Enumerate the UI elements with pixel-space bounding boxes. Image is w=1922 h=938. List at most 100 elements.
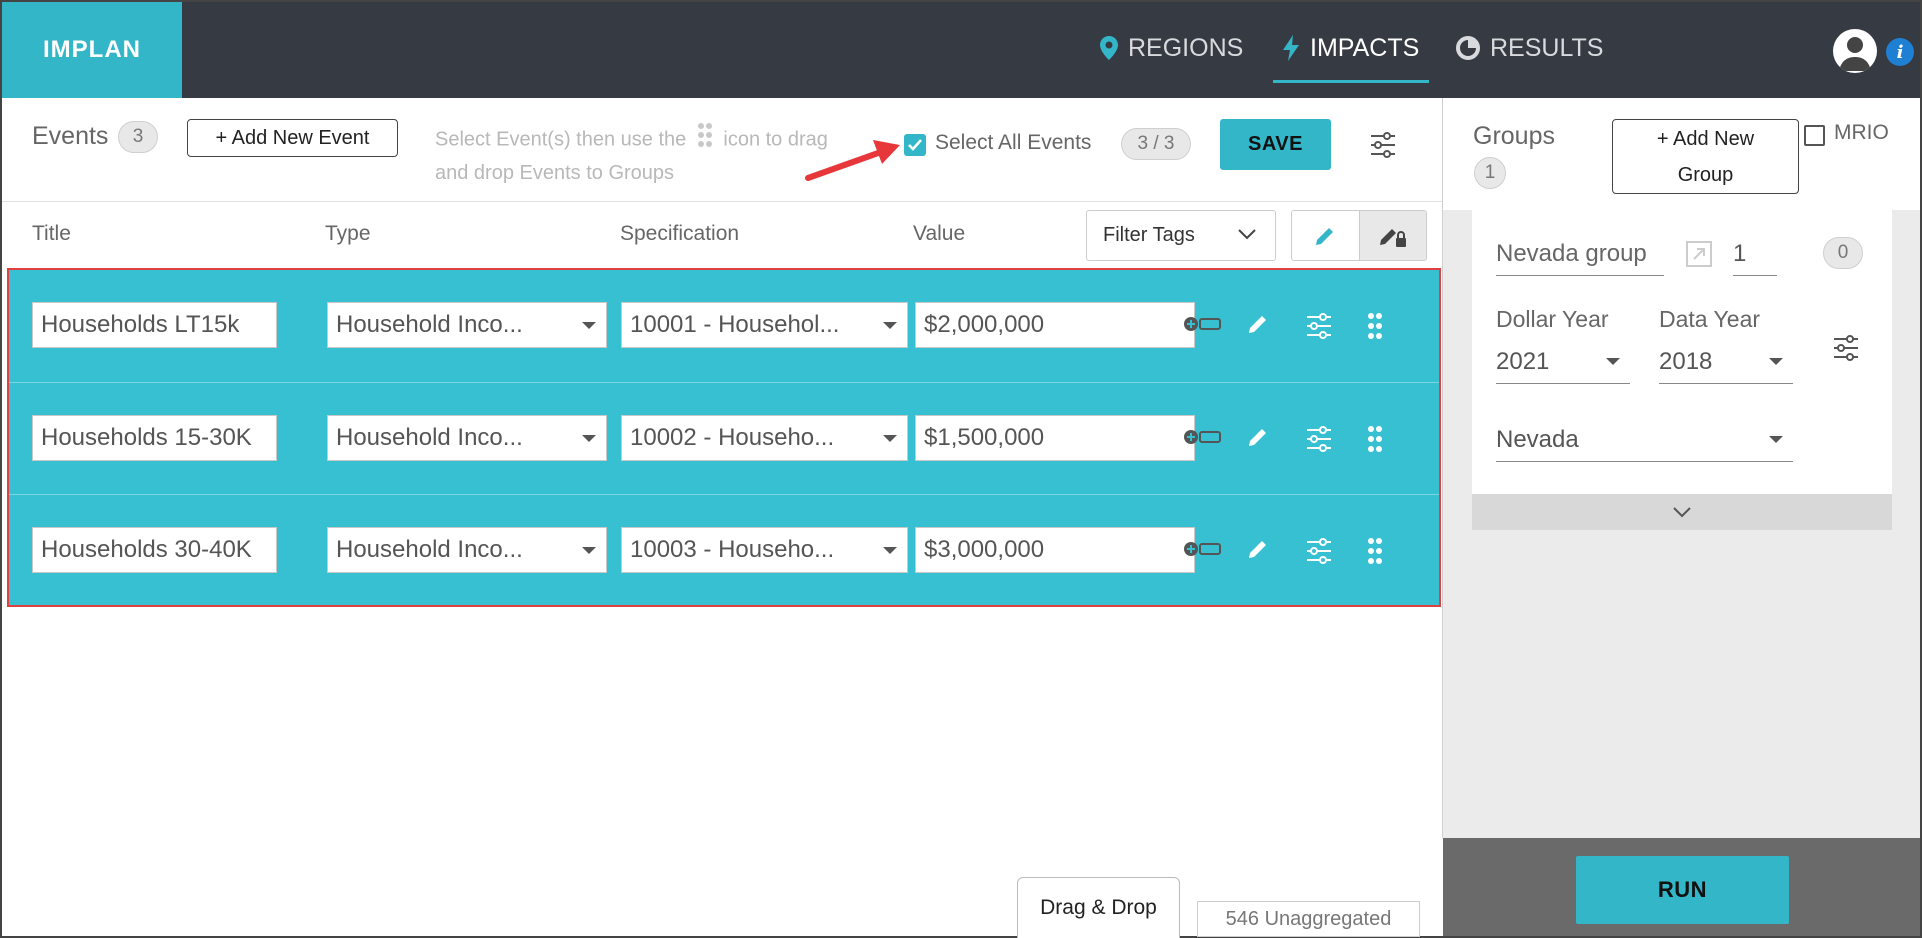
column-header-specification: Specification xyxy=(620,222,740,245)
caret-down-icon xyxy=(582,435,596,442)
checkmark-icon xyxy=(908,139,922,151)
event-title-input[interactable]: Households 30-40K xyxy=(32,527,277,573)
event-title-input[interactable]: Households LT15k xyxy=(32,302,277,348)
mrio-checkbox[interactable] xyxy=(1804,125,1825,146)
locked-edit-mode-button[interactable] xyxy=(1358,211,1426,260)
settings-sliders-icon[interactable] xyxy=(1832,334,1860,362)
caret-down-icon xyxy=(1769,358,1783,365)
top-navigation-bar: IMPLAN xyxy=(2,2,1920,98)
event-row: Households LT15k Household Inco... 10001… xyxy=(9,270,1439,382)
select-all-label[interactable]: Select All Events xyxy=(935,131,1091,155)
user-avatar-icon[interactable] xyxy=(1833,29,1877,73)
pencil-icon[interactable] xyxy=(1246,312,1270,336)
caret-down-icon xyxy=(582,322,596,329)
event-row: Households 15-30K Household Inco... 1000… xyxy=(9,382,1439,494)
dollar-year-label: Dollar Year xyxy=(1496,306,1609,332)
event-specification-select[interactable]: 10002 - Househo... xyxy=(621,415,908,461)
chevron-down-icon xyxy=(1673,507,1691,518)
implan-logo[interactable]: IMPLAN xyxy=(2,2,182,98)
events-list: Households LT15k Household Inco... 10001… xyxy=(7,268,1441,607)
filter-tags-dropdown[interactable]: Filter Tags xyxy=(1086,210,1276,261)
drag-drop-hint: Select Event(s) then use the icon to dra… xyxy=(435,122,845,189)
caret-down-icon xyxy=(1769,436,1783,443)
mrio-label[interactable]: MRIO xyxy=(1834,121,1889,145)
edit-mode-button[interactable] xyxy=(1292,211,1359,260)
edit-mode-toggle xyxy=(1291,210,1427,261)
event-specification-select[interactable]: 10003 - Househo... xyxy=(621,527,908,573)
add-group-label-line2: Group xyxy=(1677,163,1734,186)
caret-down-icon xyxy=(883,435,897,442)
settings-sliders-icon[interactable] xyxy=(1305,537,1333,565)
lightning-icon xyxy=(1282,35,1300,61)
nav-results-label: RESULTS xyxy=(1490,33,1604,62)
group-expand-toggle[interactable] xyxy=(1472,494,1892,530)
map-pin-icon xyxy=(1100,36,1118,60)
caret-down-icon xyxy=(883,547,897,554)
event-title-input[interactable]: Households 15-30K xyxy=(32,415,277,461)
event-type-value: Household Inco... xyxy=(336,424,523,451)
events-count-badge: 3 xyxy=(118,121,158,153)
event-type-select[interactable]: Household Inco... xyxy=(327,527,607,573)
save-button[interactable]: SAVE xyxy=(1220,119,1331,170)
unaggregated-count[interactable]: 546 Unaggregated xyxy=(1197,901,1420,937)
drag-handle-icon[interactable] xyxy=(1368,312,1382,340)
caret-down-icon xyxy=(1606,358,1620,365)
event-value-input[interactable]: $1,500,000 xyxy=(915,415,1195,461)
data-year-label: Data Year xyxy=(1659,306,1761,332)
column-header-value: Value xyxy=(913,222,966,245)
drag-handle-icon[interactable] xyxy=(1368,537,1382,565)
event-value-input[interactable]: $3,000,000 xyxy=(915,527,1195,573)
event-specification-value: 10001 - Househol... xyxy=(630,311,840,338)
filter-tags-label: Filter Tags xyxy=(1103,224,1195,246)
event-specification-select[interactable]: 10001 - Househol... xyxy=(621,302,908,348)
groups-heading: Groups xyxy=(1473,122,1555,150)
add-new-group-button[interactable]: + Add New Group xyxy=(1612,119,1799,194)
pencil-lock-icon xyxy=(1379,228,1406,247)
add-tag-icon[interactable] xyxy=(1183,425,1223,449)
event-specification-value: 10002 - Househo... xyxy=(630,424,835,451)
data-year-select[interactable]: 2018 xyxy=(1659,340,1793,384)
event-type-select[interactable]: Household Inco... xyxy=(327,415,607,461)
event-type-value: Household Inco... xyxy=(336,311,523,338)
pencil-icon[interactable] xyxy=(1246,537,1270,561)
drag-and-drop-tab[interactable]: Drag & Drop xyxy=(1017,877,1180,938)
caret-down-icon xyxy=(582,547,596,554)
run-button[interactable]: RUN xyxy=(1576,856,1789,924)
hint-text-start: Select Event(s) then use the xyxy=(435,128,687,151)
annotation-arrow xyxy=(805,140,900,181)
drag-handle-icon[interactable] xyxy=(1368,425,1382,453)
add-group-label-line1: + Add New xyxy=(1656,127,1755,150)
group-scaling-input[interactable]: 1 xyxy=(1733,232,1777,276)
settings-sliders-icon[interactable] xyxy=(1305,425,1333,453)
info-icon[interactable]: i xyxy=(1886,38,1914,66)
group-event-count-badge: 0 xyxy=(1823,237,1863,269)
event-row: Households 30-40K Household Inco... 1000… xyxy=(9,494,1439,606)
active-tab-indicator xyxy=(1273,80,1429,83)
settings-sliders-icon[interactable] xyxy=(1305,312,1333,340)
add-tag-icon[interactable] xyxy=(1183,312,1223,336)
add-new-event-button[interactable]: + Add New Event xyxy=(187,119,398,157)
nav-regions[interactable]: REGIONS xyxy=(1100,0,1243,96)
caret-down-icon xyxy=(883,322,897,329)
dollar-year-value: 2021 xyxy=(1496,347,1550,375)
selected-count-badge: 3 / 3 xyxy=(1121,128,1191,160)
drag-handle-icon xyxy=(697,122,712,158)
nav-impacts-label: IMPACTS xyxy=(1310,33,1420,62)
add-tag-icon[interactable] xyxy=(1183,537,1223,561)
column-header-type: Type xyxy=(325,222,371,245)
event-value-input[interactable]: $2,000,000 xyxy=(915,302,1195,348)
dollar-year-select[interactable]: 2021 xyxy=(1496,340,1630,384)
event-type-select[interactable]: Household Inco... xyxy=(327,302,607,348)
nav-regions-label: REGIONS xyxy=(1128,33,1244,62)
settings-sliders-icon[interactable] xyxy=(1369,131,1397,164)
expand-link-icon[interactable] xyxy=(1685,240,1713,268)
nav-results[interactable]: RESULTS xyxy=(1456,0,1603,96)
pencil-icon[interactable] xyxy=(1246,425,1270,449)
region-value: Nevada xyxy=(1496,425,1579,453)
group-name-input[interactable]: Nevada group xyxy=(1496,232,1664,276)
column-header-title: Title xyxy=(32,222,71,245)
toolbar-divider xyxy=(2,201,1442,202)
pie-chart-icon xyxy=(1456,36,1480,60)
select-all-checkbox[interactable] xyxy=(904,134,926,156)
region-select[interactable]: Nevada xyxy=(1496,418,1793,462)
